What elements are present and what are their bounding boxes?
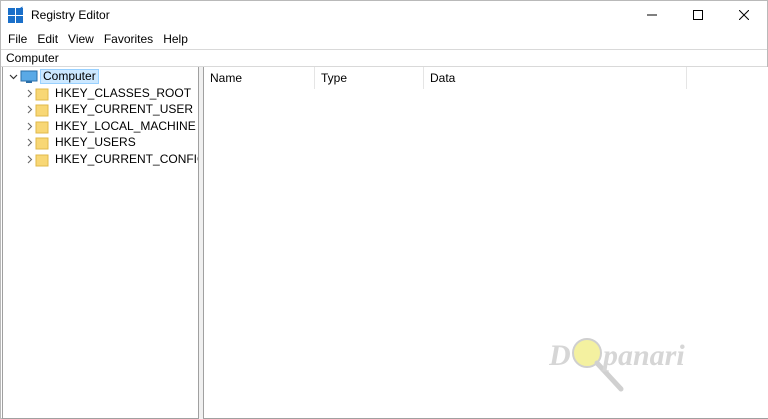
close-button[interactable] [721,1,767,29]
watermark-text-right: panari [600,339,685,372]
menu-bar: File Edit View Favorites Help [1,29,767,49]
collapsed-chevron-icon[interactable] [23,85,35,102]
registry-editor-icon [8,6,24,23]
tree-item-hkey-classes-root[interactable]: HKEY_CLASSES_ROOT [23,85,193,102]
tree-item-hkey-users[interactable]: HKEY_USERS [23,134,138,151]
registry-editor-window: Registry Editor File Edit View Favorites… [0,0,768,419]
collapsed-chevron-icon[interactable] [23,101,35,118]
tree-item-label: HKEY_CLASSES_ROOT [55,86,192,100]
minimize-icon [647,14,657,16]
menu-file[interactable]: File [3,29,32,49]
maximize-button[interactable] [675,1,721,29]
tree-item-label: HKEY_LOCAL_MACHINE [55,119,196,133]
tree-item-label: HKEY_CURRENT_CONFIG [55,152,199,166]
folder-icon [35,153,49,167]
title-bar[interactable]: Registry Editor [1,1,767,29]
menu-favorites[interactable]: Favorites [99,29,158,49]
watermark-logo: D panari [548,319,719,409]
expanded-chevron-icon[interactable] [7,68,19,85]
tree-item-label: HKEY_USERS [55,135,136,149]
menu-edit[interactable]: Edit [32,29,63,49]
tree-item-label: Computer [40,69,99,84]
watermark-text-left: D [549,339,571,372]
folder-icon [35,120,49,134]
computer-icon [20,70,38,83]
menu-help[interactable]: Help [158,29,193,49]
window-title: Registry Editor [31,8,110,22]
address-path: Computer [6,51,59,65]
tree-item-hkey-current-user[interactable]: HKEY_CURRENT_USER [23,101,195,118]
column-header-data[interactable]: Data [424,67,687,89]
tree-item-hkey-local-machine[interactable]: HKEY_LOCAL_MACHINE [23,118,198,135]
collapsed-chevron-icon[interactable] [23,134,35,151]
minimize-button[interactable] [629,1,675,29]
folder-icon [35,136,49,150]
tree-item-computer[interactable]: Computer [7,68,99,85]
column-header-type[interactable]: Type [315,67,424,89]
maximize-icon [693,10,703,20]
address-bar[interactable]: Computer [1,49,767,67]
tree-pane[interactable]: Computer HKEY_CLASSES_ROOT HKEY_CURRENT_… [2,67,199,419]
menu-view[interactable]: View [63,29,99,49]
column-header-name[interactable]: Name [204,67,315,89]
column-headers: Name Type Data [204,67,768,89]
window-controls [629,1,767,29]
close-icon [739,10,749,20]
collapsed-chevron-icon[interactable] [23,151,35,168]
folder-icon [35,87,49,101]
collapsed-chevron-icon[interactable] [23,118,35,135]
folder-icon [35,103,49,117]
tree-item-label: HKEY_CURRENT_USER [55,102,194,116]
tree-item-hkey-current-config[interactable]: HKEY_CURRENT_CONFIG [23,151,199,168]
